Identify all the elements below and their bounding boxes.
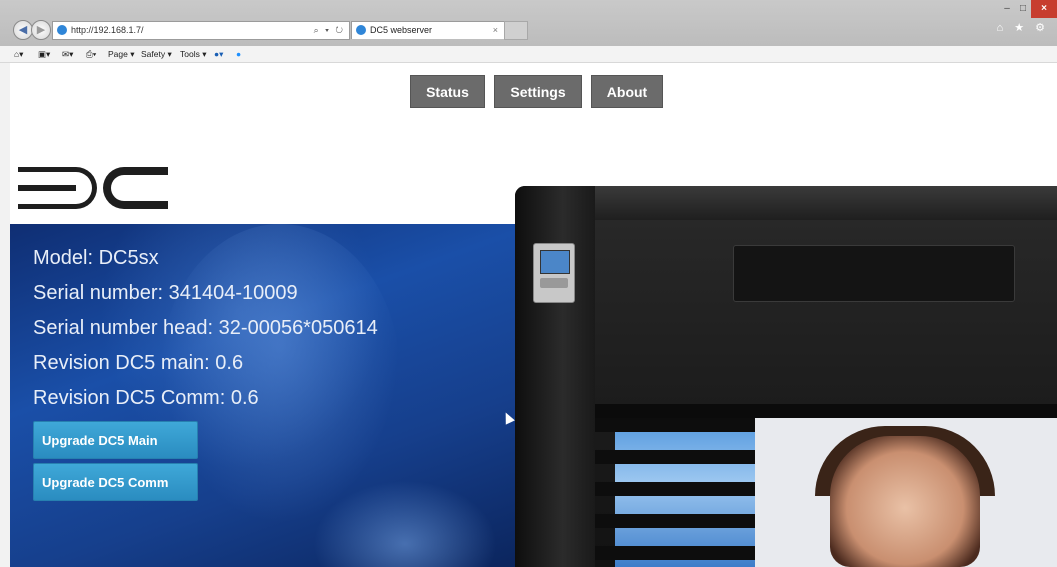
revision-comm-text: Revision DC5 Comm: 0.6: [33, 387, 259, 409]
model-text: Model: DC5sx: [33, 247, 159, 269]
page-menu[interactable]: Page ▾: [108, 46, 134, 62]
home-favorites-tools-icons[interactable]: ⌂ ★ ⚙: [997, 21, 1049, 34]
tab-close-icon[interactable]: ×: [493, 22, 498, 39]
safety-menu[interactable]: Safety ▾: [141, 46, 172, 62]
printer-top: [515, 186, 1057, 220]
printer-control-panel: [533, 243, 575, 303]
page-left-gutter: [0, 63, 10, 567]
window-controls: – □ ×: [999, 0, 1057, 18]
browser-titlebar: ◀ ▶ http://192.168.1.7/ ⌕ ▾ ↻ DC5 webser…: [0, 0, 1057, 46]
search-refresh-icons[interactable]: ⌕ ▾ ↻: [314, 22, 345, 39]
command-bar: ⌂▾ ▣▾ ✉▾ ⎙▾ Page ▾ Safety ▾ Tools ▾ ●▾ ●: [0, 46, 1057, 63]
ie-icon: [57, 25, 67, 35]
status-button[interactable]: Status: [410, 75, 485, 108]
about-button[interactable]: About: [591, 75, 663, 108]
upgrade-dc5-comm-button[interactable]: Upgrade DC5 Comm: [33, 463, 198, 501]
feeds-icon[interactable]: ▣▾: [38, 46, 50, 62]
serial-number-text: Serial number: 341404-10009: [33, 282, 298, 304]
tab-favicon-icon: [356, 25, 366, 35]
forward-arrow-icon: ▶: [36, 24, 46, 36]
help-icon[interactable]: ●▾: [214, 46, 223, 62]
skype-icon[interactable]: ●: [236, 46, 241, 62]
dc-logo: [18, 167, 168, 209]
tab-title: DC5 webserver: [370, 25, 433, 35]
printer-rollers: [595, 418, 755, 567]
printer-window: [733, 245, 1015, 302]
home-icon[interactable]: ⌂▾: [14, 46, 23, 62]
new-tab-button[interactable]: [504, 21, 528, 40]
forward-button[interactable]: ▶: [31, 20, 51, 40]
settings-button[interactable]: Settings: [494, 75, 582, 108]
printer-control-buttons: [540, 278, 568, 288]
print-icon[interactable]: ⎙▾: [86, 46, 96, 62]
address-bar[interactable]: http://192.168.1.7/ ⌕ ▾ ↻: [52, 21, 350, 40]
maximize-button[interactable]: □: [1015, 0, 1031, 18]
tab-dc5-webserver[interactable]: DC5 webserver ×: [351, 21, 505, 39]
close-button[interactable]: ×: [1031, 0, 1057, 18]
mail-icon[interactable]: ✉▾: [62, 46, 73, 62]
tools-menu[interactable]: Tools ▾: [180, 46, 206, 62]
upgrade-dc5-main-button[interactable]: Upgrade DC5 Main: [33, 421, 198, 459]
printed-woman-face: [830, 436, 980, 567]
back-button[interactable]: ◀: [13, 20, 33, 40]
printer-bar: [595, 404, 1057, 418]
url-text[interactable]: http://192.168.1.7/: [71, 22, 144, 39]
printer-lcd-screen: [540, 250, 570, 274]
printer-image: [515, 186, 1057, 567]
webpage: Status Settings About Model: DC5sx Seria…: [10, 63, 1057, 567]
serial-number-head-text: Serial number head: 32-00056*050614: [33, 317, 378, 339]
revision-main-text: Revision DC5 main: 0.6: [33, 352, 244, 374]
minimize-button[interactable]: –: [999, 0, 1015, 18]
back-arrow-icon: ◀: [18, 24, 28, 36]
device-info-panel: Model: DC5sx Serial number: 341404-10009…: [10, 224, 570, 567]
